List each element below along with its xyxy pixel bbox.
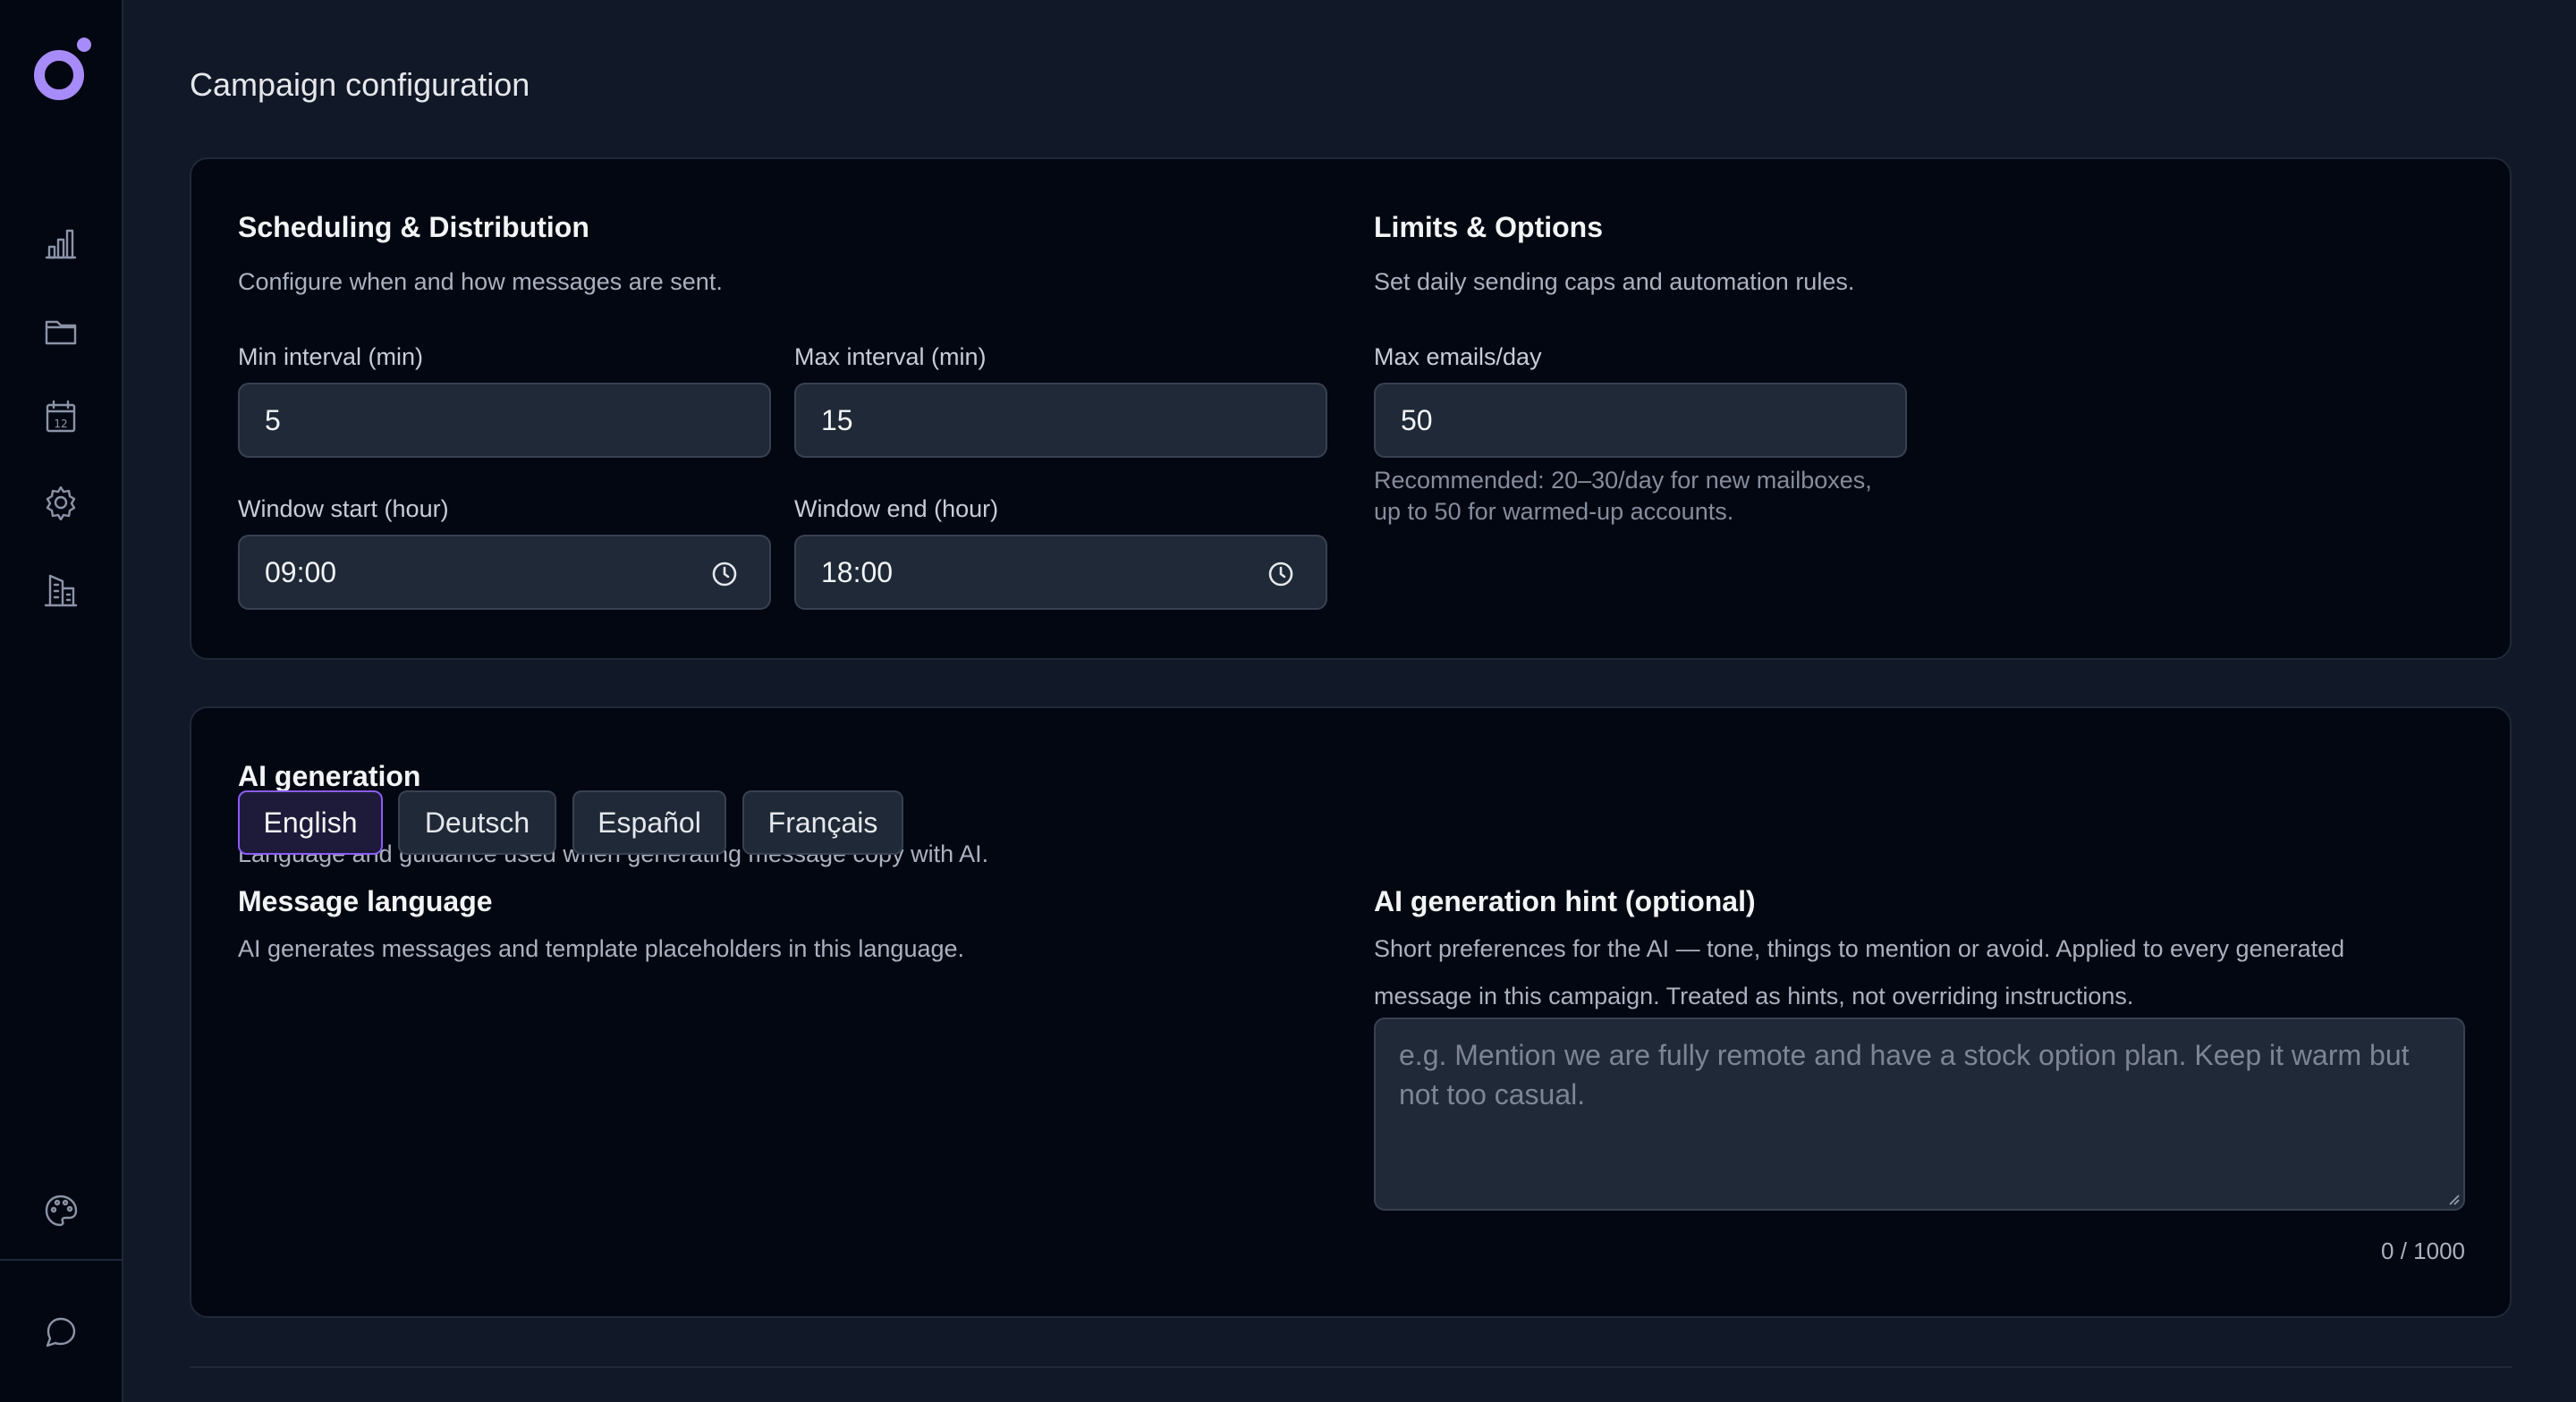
window-end-label: Window end (hour) — [794, 495, 999, 522]
clock-icon[interactable] — [1267, 560, 1295, 588]
ai-generation-title: AI generation — [238, 760, 421, 792]
limits-description: Set daily sending caps and automation ru… — [1374, 268, 1855, 295]
max-interval-input[interactable]: 15 — [794, 383, 1327, 458]
max-emails-label: Max emails/day — [1374, 343, 1542, 370]
ai-hint-textarea[interactable]: e.g. Mention we are fully remote and hav… — [1374, 1018, 2465, 1211]
min-interval-label: Min interval (min) — [238, 343, 424, 370]
brand-logo-icon[interactable] — [30, 36, 95, 107]
calendar-icon[interactable]: 12 — [39, 395, 82, 438]
max-interval-value: 15 — [821, 403, 853, 436]
max-emails-value: 50 — [1401, 403, 1433, 436]
resize-grip-icon[interactable] — [2445, 1191, 2460, 1205]
window-end-input[interactable]: 18:00 — [794, 535, 1327, 610]
message-language-description: AI generates messages and template place… — [238, 935, 965, 962]
language-option-deutsch[interactable]: Deutsch — [398, 790, 556, 855]
sidebar: 12 — [0, 0, 123, 1402]
window-start-label: Window start (hour) — [238, 495, 449, 522]
min-interval-input[interactable]: 5 — [238, 383, 771, 458]
max-interval-label: Max interval (min) — [794, 343, 987, 370]
folder-icon[interactable] — [39, 309, 82, 352]
ai-hint-title: AI generation hint (optional) — [1374, 885, 1756, 917]
gear-icon[interactable] — [39, 481, 82, 524]
window-start-input[interactable]: 09:00 — [238, 535, 771, 610]
sidebar-divider — [0, 1259, 123, 1261]
palette-icon[interactable] — [39, 1189, 82, 1232]
ai-hint-description-line2: message in this campaign. Treated as hin… — [1374, 983, 2134, 1009]
window-start-value: 09:00 — [265, 555, 337, 588]
language-option-espanol[interactable]: Español — [572, 790, 726, 855]
building-icon[interactable] — [39, 569, 82, 612]
max-emails-hint: Recommended: 20–30/day for new mailboxes… — [1374, 465, 1928, 528]
ai-hint-counter: 0 / 1000 — [2381, 1237, 2465, 1264]
chat-bubble-icon[interactable] — [39, 1311, 82, 1354]
language-option-english[interactable]: English — [238, 790, 383, 855]
max-emails-input[interactable]: 50 — [1374, 383, 1907, 458]
scheduling-description: Configure when and how messages are sent… — [238, 268, 723, 295]
hint-line: up to 50 for warmed-up accounts. — [1374, 498, 1734, 525]
ai-hint-placeholder: e.g. Mention we are fully remote and hav… — [1399, 1039, 2410, 1111]
window-end-value: 18:00 — [821, 555, 894, 588]
clock-icon[interactable] — [710, 560, 739, 588]
calendar-day: 12 — [54, 418, 67, 430]
bar-chart-icon[interactable] — [39, 222, 82, 265]
limits-title: Limits & Options — [1374, 211, 1603, 243]
page-title: Campaign configuration — [190, 66, 530, 103]
language-option-francais[interactable]: Français — [742, 790, 903, 855]
scheduling-title: Scheduling & Distribution — [238, 211, 589, 243]
message-language-title: Message language — [238, 885, 493, 917]
bottom-divider — [190, 1366, 2512, 1368]
hint-line: Recommended: 20–30/day for new mailboxes… — [1374, 467, 1872, 494]
ai-hint-description-line1: Short preferences for the AI — tone, thi… — [1374, 935, 2345, 962]
min-interval-value: 5 — [265, 403, 281, 436]
